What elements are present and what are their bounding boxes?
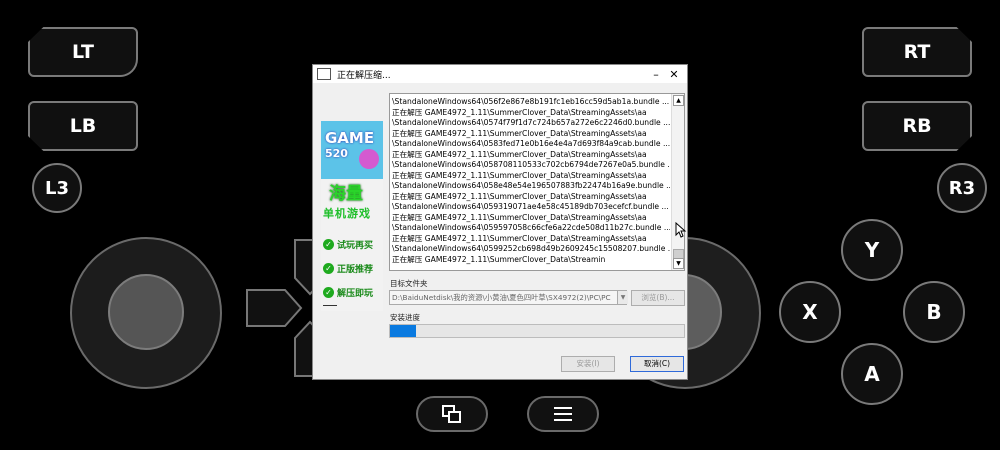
browse-button[interactable]: 浏览(B)... xyxy=(631,290,685,306)
l3-button[interactable]: L3 xyxy=(32,163,82,213)
log-line: 正在解压 GAME4972_1.11\SummerClover_Data\Str… xyxy=(392,149,647,159)
window-switch-button[interactable] xyxy=(416,396,488,432)
b-button[interactable]: B xyxy=(903,281,965,343)
scroll-down-icon[interactable]: ▼ xyxy=(673,258,684,269)
log-line: 正在解压 GAME4972_1.11\SummerClover_Data\Str… xyxy=(392,170,647,180)
r3-button[interactable]: R3 xyxy=(937,163,987,213)
rb-button[interactable]: RB xyxy=(862,101,972,151)
log-line: \StandaloneWindows64\059319071ae4e58c451… xyxy=(392,202,669,211)
extract-dialog: 正在解压缩... – ✕ GAME 520 海量 单机游戏 ✓ 试玩再买 ✓ 正… xyxy=(312,64,688,380)
log-line: \StandaloneWindows64\0583fed71e0b16e4e4a… xyxy=(392,139,670,148)
check-icon: ✓ xyxy=(323,263,334,274)
check-icon: ✓ xyxy=(323,239,334,250)
minimize-button[interactable]: – xyxy=(647,68,665,81)
log-line: \StandaloneWindows64\059597058c66cfe6a22… xyxy=(392,223,670,232)
banner-badge-3: ✓ 解压即玩 xyxy=(323,286,373,299)
dialog-titlebar[interactable]: 正在解压缩... – ✕ xyxy=(313,65,687,83)
app-window-icon xyxy=(317,68,331,80)
log-line: \StandaloneWindows64\0574f79f1d7c724b657… xyxy=(392,118,670,127)
dpad-left[interactable] xyxy=(246,289,303,327)
dialog-title: 正在解压缩... xyxy=(337,70,391,81)
log-line: \StandaloneWindows64\056f2e867e8b191fc1e… xyxy=(392,97,670,106)
side-banner: GAME 520 海量 单机游戏 ✓ 试玩再买 ✓ 正版推荐 ✓ 解压即玩 xyxy=(321,121,383,311)
install-progress-bar xyxy=(389,324,685,338)
log-line: 正在解压 GAME4972_1.11\SummerClover_Data\Str… xyxy=(392,128,647,138)
log-line: 正在解压 GAME4972_1.11\SummerClover_Data\Str… xyxy=(392,191,647,201)
window-switch-icon xyxy=(442,405,461,423)
menu-icon xyxy=(554,407,572,421)
progress-label: 安装进度 xyxy=(390,313,420,322)
log-line: 正在解压 GAME4972_1.11\SummerClover_Data\Str… xyxy=(392,212,647,222)
banner-subline: 单机游戏 xyxy=(323,207,371,220)
rt-button[interactable]: RT xyxy=(862,27,972,77)
extract-log[interactable]: \StandaloneWindows64\056f2e867e8b191fc1e… xyxy=(389,93,685,271)
scroll-up-icon[interactable]: ▲ xyxy=(673,95,684,106)
banner-badge-2: ✓ 正版推荐 xyxy=(323,262,373,275)
cancel-button[interactable]: 取消(C) xyxy=(630,356,684,372)
y-button[interactable]: Y xyxy=(841,219,903,281)
mouse-cursor-icon xyxy=(675,222,687,238)
target-path-field[interactable]: D:\BaiduNetdisk\我的资源\小黄油\夏色四叶草\SX4972(2)… xyxy=(389,290,627,305)
banner-logo-text: GAME xyxy=(325,129,375,147)
lt-button[interactable]: LT xyxy=(28,27,138,77)
banner-divider xyxy=(323,305,337,306)
chevron-down-icon[interactable]: ▼ xyxy=(617,291,628,304)
log-line: \StandaloneWindows64\058e48e54e196507883… xyxy=(392,181,670,190)
close-button[interactable]: ✕ xyxy=(665,68,683,81)
banner-badge-1: ✓ 试玩再买 xyxy=(323,238,373,251)
log-line: \StandaloneWindows64\058708110533c702cb6… xyxy=(392,160,670,169)
banner-logo-number: 520 xyxy=(325,147,348,160)
check-icon: ✓ xyxy=(323,287,334,298)
log-line: 正在解压 GAME4972_1.11\SummerClover_Data\Str… xyxy=(392,107,647,117)
log-line: 正在解压 GAME4972_1.11\SummerClover_Data\Str… xyxy=(392,233,647,243)
log-scrollbar[interactable]: ▲ ▼ xyxy=(671,94,684,270)
log-lines: \StandaloneWindows64\056f2e867e8b191fc1e… xyxy=(392,97,670,265)
progress-fill xyxy=(390,325,417,337)
log-line: 正在解压 GAME4972_1.11\SummerClover_Data\Str… xyxy=(392,254,606,264)
left-joystick-knob[interactable] xyxy=(108,274,184,350)
log-line: \StandaloneWindows64\0599252cb698d49b260… xyxy=(392,244,670,253)
target-folder-label: 目标文件夹 xyxy=(390,279,428,288)
install-button[interactable]: 安装(I) xyxy=(561,356,615,372)
a-button[interactable]: A xyxy=(841,343,903,405)
x-button[interactable]: X xyxy=(779,281,841,343)
banner-headline: 海量 xyxy=(329,184,363,204)
lb-button[interactable]: LB xyxy=(28,101,138,151)
menu-button[interactable] xyxy=(527,396,599,432)
